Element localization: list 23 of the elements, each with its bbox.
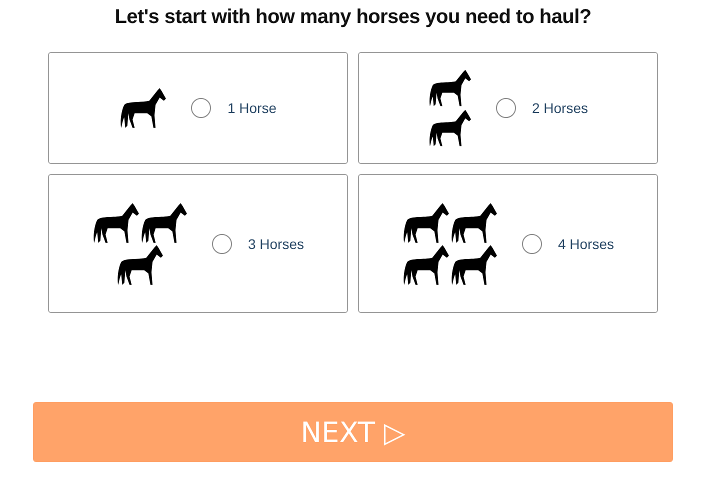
question-title: Let's start with how many horses you need to haul? [114,6,592,29]
option-label: 1 Horse [227,100,277,116]
horse-icon [119,87,168,129]
horse-icon [402,244,450,286]
option-card[interactable]: 2 Horses [358,52,658,164]
radio-button[interactable] [522,234,542,254]
horse-icon [450,244,498,286]
radio-button[interactable] [496,98,516,118]
horse-icon [92,202,140,244]
radio-button[interactable] [212,234,232,254]
option-label: 2 Horses [532,100,588,116]
option-card[interactable]: 3 Horses [48,174,348,313]
horse-icon [402,202,450,244]
horse-icon [428,108,472,148]
horse-icon [140,202,188,244]
option-label: 3 Horses [248,236,304,252]
radio-button[interactable] [191,98,212,118]
horse-icon [428,68,472,108]
horse-icon [116,244,164,286]
option-card[interactable]: 4 Horses [358,174,658,313]
horse-icon [450,202,498,244]
option-label: 4 Horses [558,236,614,252]
option-card[interactable]: 1 Horse [48,52,348,164]
